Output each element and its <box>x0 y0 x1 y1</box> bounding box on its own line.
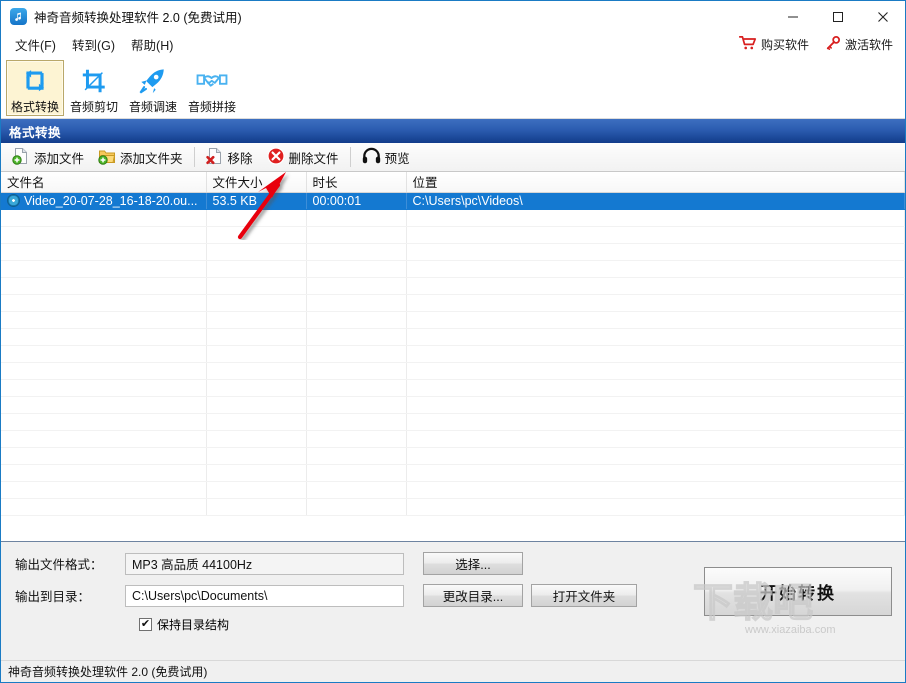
headphones-icon <box>362 147 381 167</box>
key-icon <box>825 36 841 53</box>
section-header: 格式转换 <box>1 119 905 143</box>
column-header-location[interactable]: 位置 <box>406 172 905 193</box>
action-toolbar: 添加文件 添加文件夹 移除 删除文件 预览 <box>1 143 905 172</box>
activate-software-label: 激活软件 <box>844 38 893 52</box>
file-list[interactable]: 文件名 文件大小 时长 位置 Video_20-07-28_16-18-20.o… <box>1 172 905 542</box>
activate-software-button[interactable]: 激活软件 <box>819 35 899 54</box>
menu-file[interactable]: 文件(F) <box>7 33 64 56</box>
status-bar: 神奇音频转换处理软件 2.0 (免费试用) <box>1 660 905 682</box>
table-row-empty <box>1 226 905 244</box>
cell-filename-text: Video_20-07-28_16-18-20.ou... <box>24 193 198 208</box>
menu-bar-right: 购买软件 激活软件 <box>733 32 899 57</box>
table-row-empty <box>1 379 905 397</box>
file-remove-icon <box>205 147 224 168</box>
maximize-button[interactable] <box>815 1 860 32</box>
window-controls <box>770 1 905 32</box>
column-header-filename[interactable]: 文件名 <box>1 172 207 193</box>
table-row[interactable]: Video_20-07-28_16-18-20.ou... 53.5 KB 00… <box>1 191 905 210</box>
delete-file-label: 删除文件 <box>288 151 339 166</box>
preview-label: 预览 <box>384 151 410 166</box>
column-header-duration[interactable]: 时长 <box>306 172 407 193</box>
mode-audio-join[interactable]: 音频拼接 <box>183 60 241 116</box>
table-row-empty <box>1 345 905 363</box>
cart-icon <box>738 36 757 53</box>
music-note-icon <box>10 8 27 25</box>
delete-circle-icon <box>266 146 285 168</box>
add-folder-button[interactable]: 添加文件夹 <box>91 145 190 170</box>
buy-software-label: 购买软件 <box>760 38 809 52</box>
table-row-empty <box>1 447 905 465</box>
remove-button[interactable]: 移除 <box>199 145 260 170</box>
delete-file-button[interactable]: 删除文件 <box>260 145 346 170</box>
output-format-label: 输出文件格式： <box>15 558 103 572</box>
table-row-empty <box>1 328 905 346</box>
mode-audio-cut-label: 音频剪切 <box>69 100 118 114</box>
minimize-button[interactable] <box>770 1 815 32</box>
output-format-field: MP3 高品质 44100Hz <box>125 552 404 575</box>
add-file-button[interactable]: 添加文件 <box>5 145 91 170</box>
output-dir-label: 输出到目录： <box>15 590 91 604</box>
table-row-empty <box>1 481 905 499</box>
change-dir-button[interactable]: 更改目录... <box>423 584 523 607</box>
add-file-label: 添加文件 <box>34 151 85 166</box>
keep-structure-row[interactable]: ✔ 保持目录结构 <box>1 616 905 633</box>
cell-location: C:\Users\pc\Videos\ <box>406 192 905 210</box>
choose-format-button[interactable]: 选择... <box>423 552 523 575</box>
add-folder-label: 添加文件夹 <box>120 151 183 166</box>
cell-filename[interactable]: Video_20-07-28_16-18-20.ou... <box>1 191 207 210</box>
menu-goto[interactable]: 转到(G) <box>64 33 123 56</box>
table-row-empty <box>1 498 905 516</box>
keep-structure-checkbox[interactable]: ✔ <box>139 618 152 631</box>
remove-label: 移除 <box>227 151 253 166</box>
window-title: 神奇音频转换处理软件 2.0 (免费试用) <box>34 11 242 25</box>
toolbar-separator-1 <box>193 147 195 167</box>
start-convert-button[interactable]: 开始转换 <box>704 567 892 616</box>
crop-icon <box>79 65 109 96</box>
mode-toolbar: 格式转换 音频剪切 音频调速 音频拼接 <box>1 57 905 119</box>
title-bar: 神奇音频转换处理软件 2.0 (免费试用) <box>1 1 905 32</box>
output-panel: 输出文件格式： MP3 高品质 44100Hz 选择... 输出到目录： C:\… <box>1 542 905 660</box>
table-row-empty <box>1 243 905 261</box>
table-row-empty <box>1 396 905 414</box>
preview-button[interactable]: 预览 <box>355 145 417 170</box>
cell-duration: 00:00:01 <box>306 192 407 210</box>
table-row-empty <box>1 362 905 380</box>
close-button[interactable] <box>860 1 905 32</box>
mode-audio-join-label: 音频拼接 <box>187 100 236 114</box>
mode-format-convert-label: 格式转换 <box>10 100 59 114</box>
table-row-empty <box>1 277 905 295</box>
folder-add-icon <box>98 147 116 168</box>
table-row-empty <box>1 294 905 312</box>
open-folder-button[interactable]: 打开文件夹 <box>531 584 637 607</box>
application-window: 神奇音频转换处理软件 2.0 (免费试用) 文件(F) 转到(G) 帮助(H) <box>0 0 906 683</box>
table-row-empty <box>1 311 905 329</box>
output-dir-input[interactable]: C:\Users\pc\Documents\ <box>125 584 404 607</box>
convert-arrows-icon <box>20 65 50 96</box>
keep-structure-label: 保持目录结构 <box>157 618 230 632</box>
menu-bar: 文件(F) 转到(G) 帮助(H) 购买软件 激活软件 <box>1 32 905 57</box>
file-add-icon <box>12 147 30 168</box>
toolbar-separator-2 <box>349 147 351 167</box>
table-row-empty <box>1 430 905 448</box>
table-row-empty <box>1 209 905 227</box>
mode-format-convert[interactable]: 格式转换 <box>6 60 64 116</box>
buy-software-button[interactable]: 购买软件 <box>733 35 815 54</box>
mode-audio-cut[interactable]: 音频剪切 <box>65 60 123 116</box>
column-header-filesize[interactable]: 文件大小 <box>206 172 307 193</box>
handshake-icon <box>196 65 228 96</box>
media-disc-icon <box>7 194 20 207</box>
table-row-empty <box>1 464 905 482</box>
table-row-empty <box>1 413 905 431</box>
file-list-table: 文件名 文件大小 时长 位置 Video_20-07-28_16-18-20.o… <box>1 172 905 516</box>
menu-help[interactable]: 帮助(H) <box>123 33 181 56</box>
cell-filesize: 53.5 KB <box>206 192 307 210</box>
rocket-icon <box>138 65 168 96</box>
mode-audio-speed[interactable]: 音频调速 <box>124 60 182 116</box>
table-row-empty <box>1 260 905 278</box>
file-list-header-row: 文件名 文件大小 时长 位置 <box>1 172 905 193</box>
mode-audio-speed-label: 音频调速 <box>128 100 177 114</box>
